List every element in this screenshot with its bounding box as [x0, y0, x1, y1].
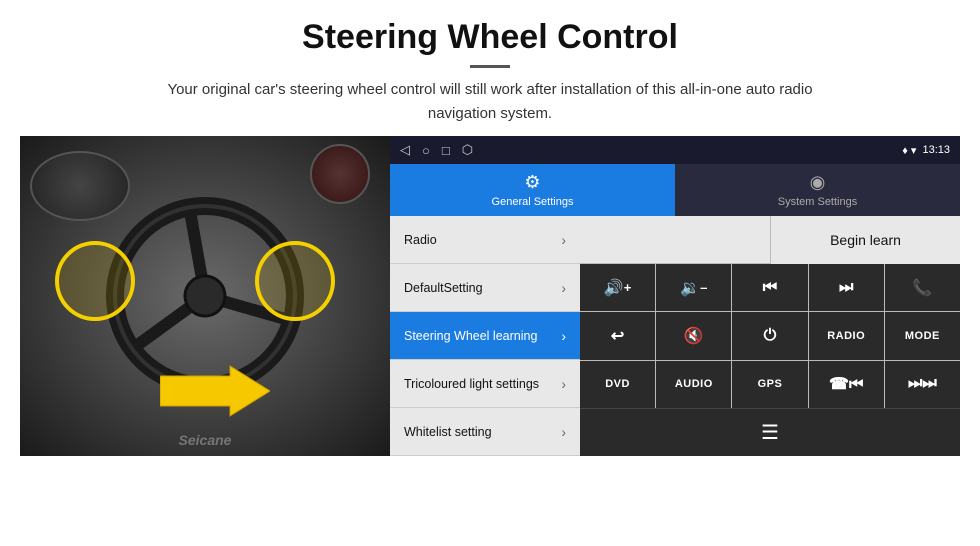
back-icon: ↩ — [611, 326, 624, 346]
header-section: Steering Wheel Control Your original car… — [0, 0, 980, 136]
audio-label: AUDIO — [675, 378, 713, 390]
tab-system-label: System Settings — [778, 196, 857, 208]
general-settings-icon: ⚙ — [524, 172, 540, 193]
highlight-left — [55, 241, 135, 321]
menu-item-steering[interactable]: Steering Wheel learning › — [390, 312, 580, 360]
tel-prev-button[interactable]: ☎⏮ — [809, 361, 884, 408]
top-left-empty — [580, 216, 770, 263]
dvd-label: DVD — [605, 378, 630, 390]
audio-button[interactable]: AUDIO — [656, 361, 731, 408]
watermark: Seicane — [179, 432, 232, 448]
android-ui: ◁ ○ □ ⬡ ♦ ▾ 13:13 ⚙ General Settings ◉ — [390, 136, 960, 456]
menu-whitelist-label: Whitelist setting — [404, 425, 492, 439]
tel-prev-icon: ☎⏮ — [829, 374, 863, 394]
control-grid: 🔊+ 🔉– ⏮ ⏭ 📞 — [580, 264, 960, 408]
steering-scene: Seicane — [20, 136, 390, 456]
time-display: 13:13 — [922, 144, 950, 156]
menu-item-whitelist[interactable]: Whitelist setting › — [390, 408, 580, 456]
prev-button[interactable]: ⏮ — [732, 264, 807, 311]
radio-label: RADIO — [827, 330, 865, 342]
menu-tricoloured-label: Tricoloured light settings — [404, 377, 539, 391]
status-bar: ◁ ○ □ ⬡ ♦ ▾ 13:13 — [390, 136, 960, 164]
power-button[interactable]: ⏻ — [732, 312, 807, 359]
tab-bar: ⚙ General Settings ◉ System Settings — [390, 164, 960, 216]
mute-icon: 🔇 — [684, 326, 704, 346]
tab-system-settings[interactable]: ◉ System Settings — [675, 164, 960, 216]
menu-radio-label: Radio — [404, 233, 437, 247]
vol-up-button[interactable]: 🔊+ — [580, 264, 655, 311]
page-title: Steering Wheel Control — [60, 18, 920, 57]
power-icon: ⏻ — [764, 327, 777, 345]
status-right: ♦ ▾ 13:13 — [902, 144, 950, 157]
menu-default-label: DefaultSetting — [404, 281, 483, 295]
mute-button[interactable]: 🔇 — [656, 312, 731, 359]
vol-down-icon: 🔉 — [680, 278, 700, 298]
menu-steering-label: Steering Wheel learning — [404, 329, 537, 343]
gps-label: GPS — [758, 378, 783, 390]
button-panel: Begin learn 🔊+ 🔉– ⏮ — [580, 216, 960, 456]
signal-icon: ♦ ▾ — [902, 144, 916, 157]
gauge-right — [310, 144, 370, 204]
menu-item-radio[interactable]: Radio › — [390, 216, 580, 264]
vol-up-icon: 🔊 — [604, 278, 624, 298]
home-nav-icon[interactable]: ○ — [422, 143, 430, 158]
prev-icon: ⏮ — [763, 279, 777, 297]
title-divider — [470, 65, 510, 68]
dvd-button[interactable]: DVD — [580, 361, 655, 408]
content-section: Seicane ◁ ○ □ ⬡ ♦ ▾ 13:13 — [0, 136, 980, 546]
back-nav-icon[interactable]: ◁ — [400, 142, 410, 158]
menu-item-tricoloured[interactable]: Tricoloured light settings › — [390, 360, 580, 408]
main-area: Radio › DefaultSetting › Steering Wheel … — [390, 216, 960, 456]
chevron-steering: › — [561, 328, 566, 344]
highlight-right — [255, 241, 335, 321]
vol-down-button[interactable]: 🔉– — [656, 264, 731, 311]
top-row: Begin learn — [580, 216, 960, 264]
menu-nav-icon[interactable]: ⬡ — [462, 142, 473, 158]
call-icon: 📞 — [912, 278, 932, 298]
chevron-default: › — [561, 280, 566, 296]
bottom-row: ☰ — [580, 408, 960, 456]
page-container: Steering Wheel Control Your original car… — [0, 0, 980, 546]
gps-button[interactable]: GPS — [732, 361, 807, 408]
chevron-whitelist: › — [561, 424, 566, 440]
recents-nav-icon[interactable]: □ — [442, 143, 450, 158]
next-button[interactable]: ⏭ — [809, 264, 884, 311]
arrow — [160, 361, 270, 426]
mode-button[interactable]: MODE — [885, 312, 960, 359]
tab-general-label: General Settings — [492, 196, 574, 208]
skip-next-icon: ⏭⏭ — [908, 375, 937, 393]
radio-button[interactable]: RADIO — [809, 312, 884, 359]
chevron-radio: › — [561, 232, 566, 248]
begin-learn-button[interactable]: Begin learn — [770, 216, 960, 264]
mode-label: MODE — [905, 330, 940, 342]
bottom-menu-icon: ☰ — [761, 420, 779, 445]
back-button[interactable]: ↩ — [580, 312, 655, 359]
system-settings-icon: ◉ — [810, 172, 826, 193]
menu-panel: Radio › DefaultSetting › Steering Wheel … — [390, 216, 580, 456]
call-button[interactable]: 📞 — [885, 264, 960, 311]
nav-icons: ◁ ○ □ ⬡ — [400, 142, 473, 158]
chevron-tricoloured: › — [561, 376, 566, 392]
next-icon: ⏭ — [839, 279, 853, 297]
menu-item-default[interactable]: DefaultSetting › — [390, 264, 580, 312]
subtitle: Your original car's steering wheel contr… — [140, 78, 840, 126]
tab-general-settings[interactable]: ⚙ General Settings — [390, 164, 675, 216]
skip-next-button[interactable]: ⏭⏭ — [885, 361, 960, 408]
car-image: Seicane — [20, 136, 390, 456]
